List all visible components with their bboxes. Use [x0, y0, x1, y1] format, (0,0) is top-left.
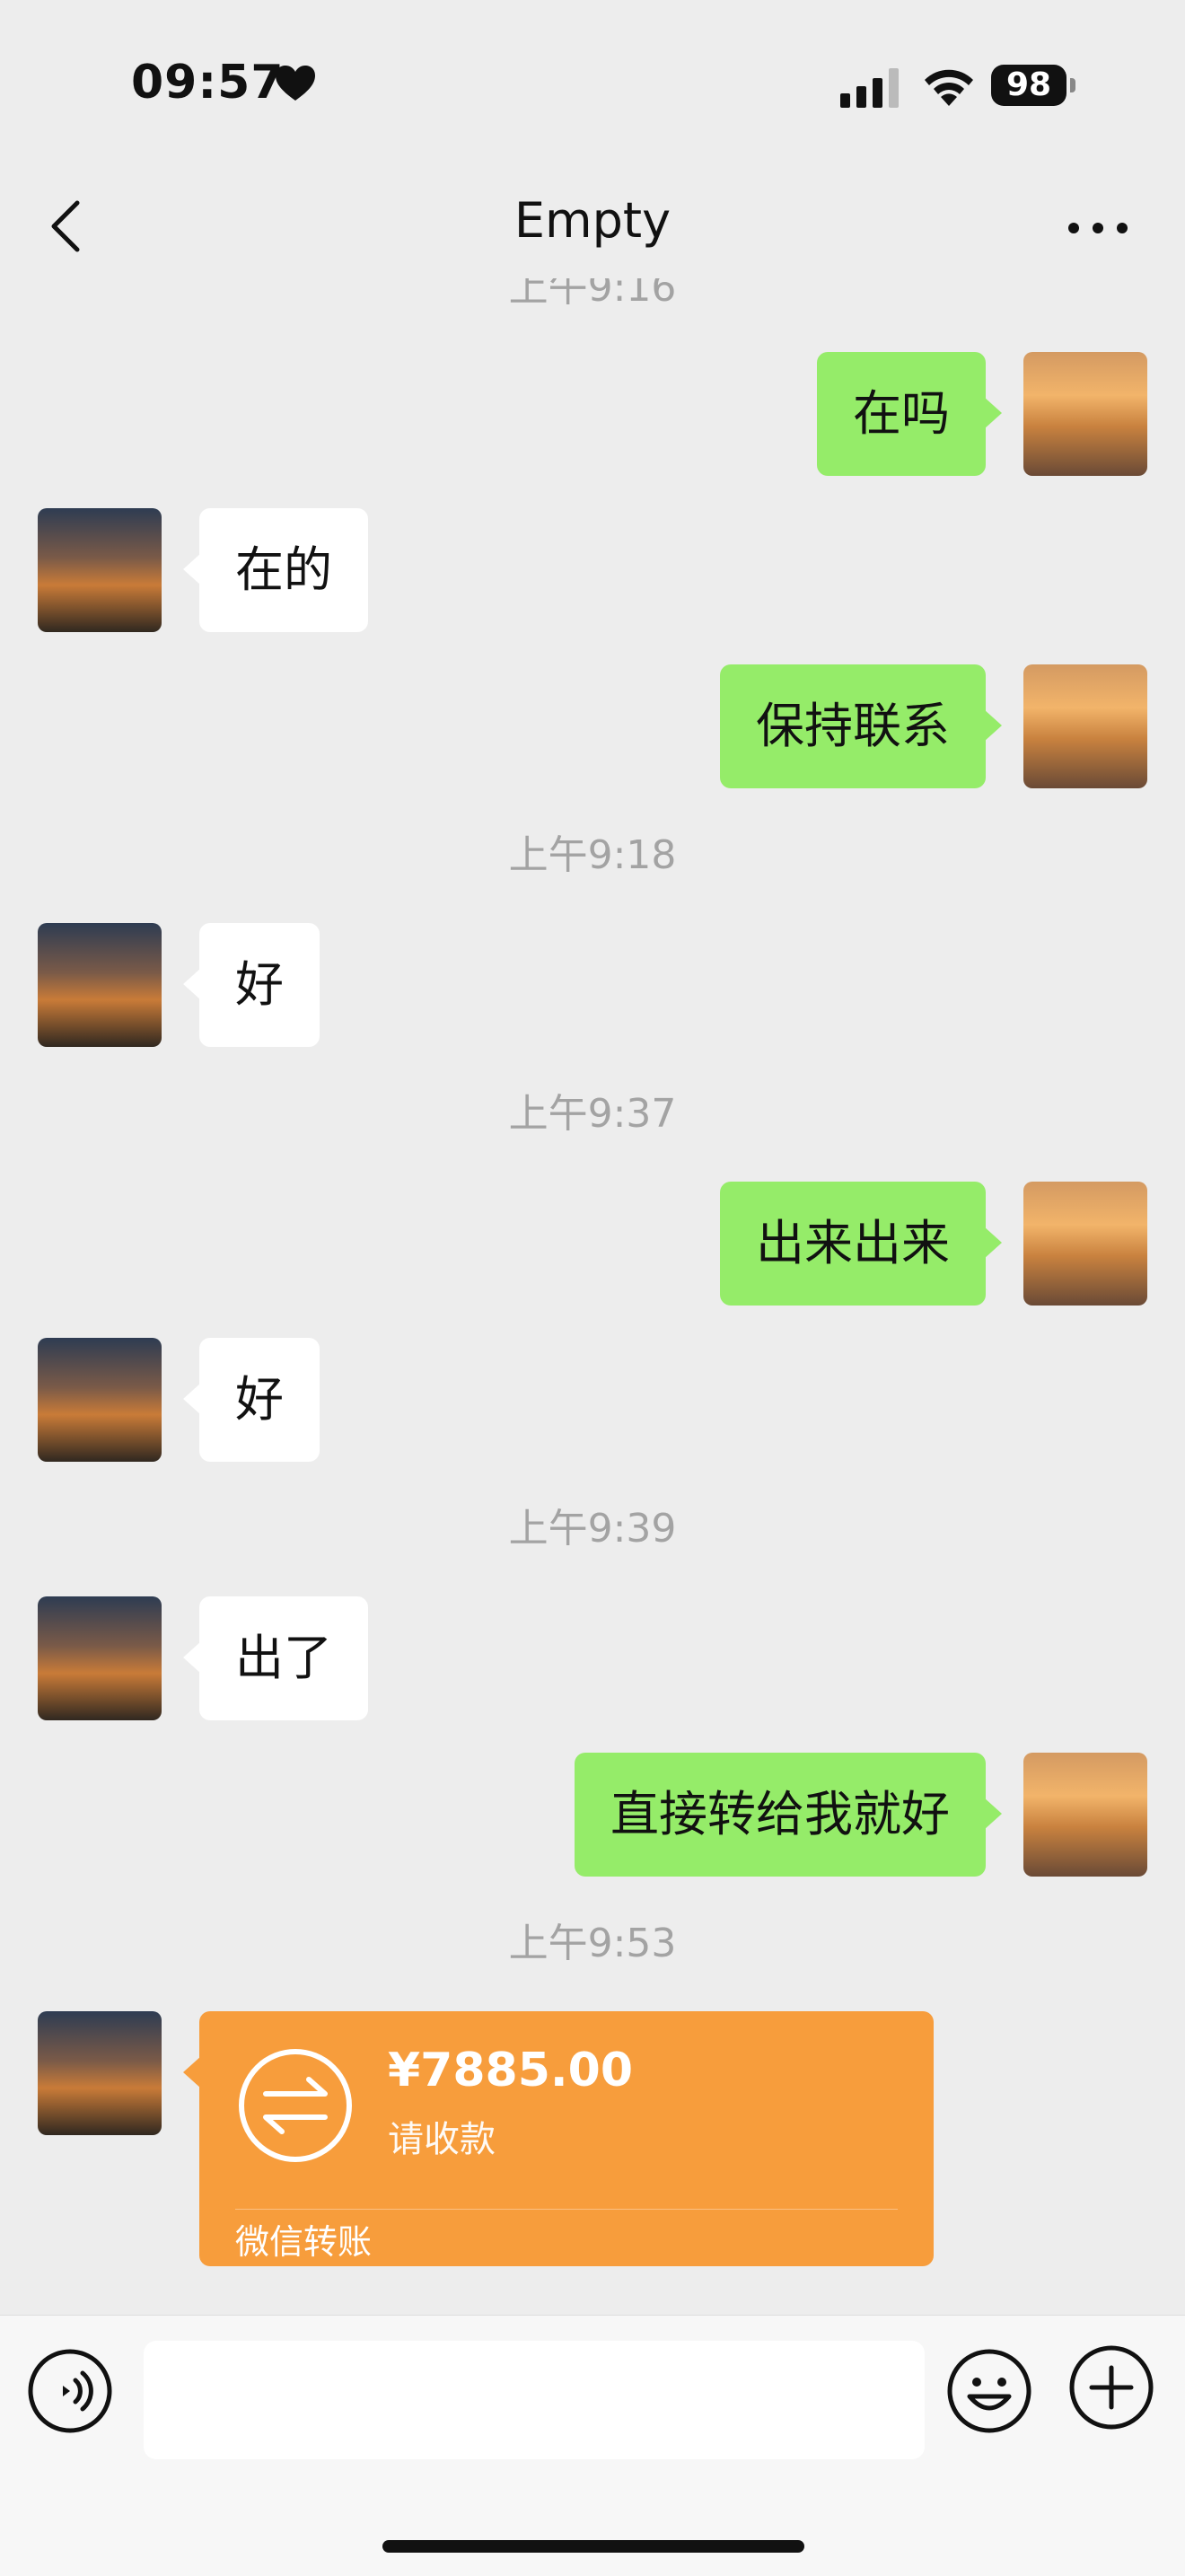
contact-avatar[interactable]: [38, 1338, 162, 1462]
contact-avatar[interactable]: [38, 2011, 162, 2135]
my-message-bubble[interactable]: 直接转给我就好: [575, 1753, 1002, 1877]
contact-message-bubble[interactable]: 在的: [183, 508, 368, 632]
message-timestamp: 上午9:18: [508, 832, 677, 878]
transfer-card[interactable]: ¥7885.00 请收款 微信转账: [183, 2011, 934, 2266]
wifi-icon: [925, 69, 973, 106]
battery-level: 98: [991, 65, 1066, 106]
transfer-footer: 微信转账: [235, 2222, 373, 2262]
more-dots-icon[interactable]: [1066, 221, 1129, 235]
chat-header: Empty: [0, 153, 1185, 278]
message-timestamp: 上午9:39: [508, 1506, 677, 1552]
my-avatar[interactable]: [1023, 664, 1147, 788]
my-avatar[interactable]: [1023, 352, 1147, 476]
voice-icon[interactable]: [27, 2348, 113, 2434]
signal-icon: [840, 68, 899, 108]
message-list[interactable]: 上午9:16 在吗 在的 保持联系 上午9:18 好 上午9:37 出来出来 好…: [0, 278, 1185, 2315]
contact-message-bubble[interactable]: 出了: [183, 1596, 368, 1720]
my-message-bubble[interactable]: 出来出来: [720, 1182, 1002, 1306]
message-timestamp: 上午9:16: [508, 278, 677, 311]
transfer-arrows-icon: [239, 2049, 352, 2162]
transfer-label: 请收款: [388, 2119, 496, 2160]
transfer-divider: [235, 2209, 898, 2210]
my-message-bubble[interactable]: 在吗: [817, 352, 1002, 476]
page-title: Empty: [514, 192, 672, 249]
my-message-bubble[interactable]: 保持联系: [720, 664, 1002, 788]
plus-icon[interactable]: [1068, 2344, 1154, 2431]
contact-avatar[interactable]: [38, 923, 162, 1047]
message-input[interactable]: [144, 2341, 925, 2459]
status-time: 09:57: [131, 56, 285, 110]
contact-avatar[interactable]: [38, 1596, 162, 1720]
my-avatar[interactable]: [1023, 1182, 1147, 1306]
message-timestamp: 上午9:53: [508, 1921, 677, 1966]
home-indicator: [382, 2540, 804, 2553]
input-bar: [0, 2315, 1185, 2576]
status-bar: 09:57 98: [0, 0, 1185, 153]
battery-indicator: 98: [991, 65, 1077, 110]
contact-message-bubble[interactable]: 好: [183, 923, 320, 1047]
heart-icon: [276, 66, 315, 101]
contact-avatar[interactable]: [38, 508, 162, 632]
transfer-amount: ¥7885.00: [388, 2044, 634, 2097]
contact-message-bubble[interactable]: 好: [183, 1338, 320, 1462]
message-timestamp: 上午9:37: [508, 1091, 677, 1137]
emoji-icon[interactable]: [946, 2348, 1032, 2434]
my-avatar[interactable]: [1023, 1753, 1147, 1877]
battery-nub: [1070, 78, 1075, 92]
